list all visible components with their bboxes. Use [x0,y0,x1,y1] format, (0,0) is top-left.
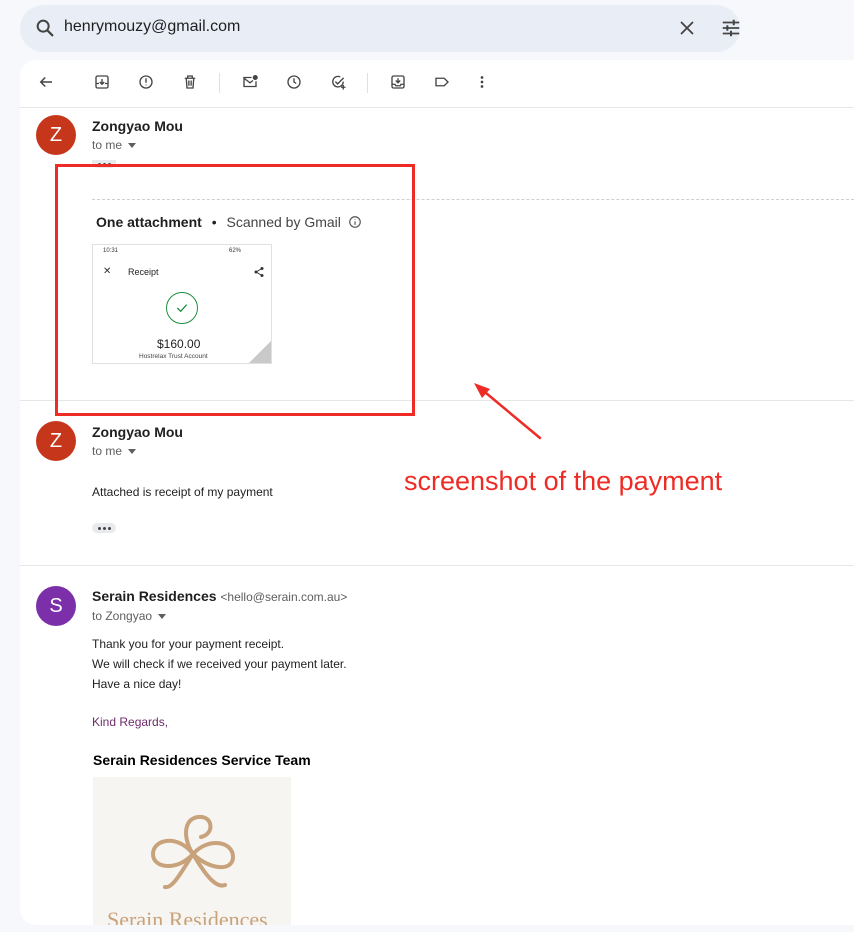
avatar[interactable]: S [36,586,76,626]
search-bar[interactable]: henrymouzy@gmail.com [20,5,740,52]
logo-wordmark: Serain Residences [107,907,268,925]
add-task-icon[interactable] [328,72,348,92]
mark-unread-icon[interactable] [240,72,260,92]
caret-down-icon [128,449,137,455]
message-item[interactable]: S Serain Residences <hello@serain.com.au… [20,565,854,925]
signature-team: Serain Residences Service Team [93,752,311,768]
move-to-icon[interactable] [388,72,408,92]
avatar[interactable]: Z [36,115,76,155]
sender-line[interactable]: Serain Residences <hello@serain.com.au> [92,588,347,604]
label-icon[interactable] [432,72,452,92]
search-options-icon[interactable] [720,17,742,44]
message-body-line: We will check if we received your paymen… [92,657,347,671]
show-trimmed-content-button[interactable] [92,523,116,533]
recipient-dropdown[interactable]: to me [92,444,137,458]
message-toolbar [20,60,854,108]
snooze-icon[interactable] [284,72,304,92]
annotation-arrow-icon [474,383,542,440]
clear-search-icon[interactable] [676,17,698,44]
sender-name[interactable]: Zongyao Mou [92,424,183,440]
sender-name[interactable]: Zongyao Mou [92,118,183,134]
sender-name[interactable]: Serain Residences [92,588,217,604]
archive-icon[interactable] [92,72,112,92]
logo-emblem-icon [150,814,236,890]
recipient-label: to Zongyao [92,609,153,623]
caret-down-icon [128,143,137,149]
message-body-line: Have a nice day! [92,677,182,691]
recipient-dropdown[interactable]: to Zongyao [92,609,167,623]
sender-email: <hello@serain.com.au> [220,590,348,604]
avatar[interactable]: Z [36,421,76,461]
search-input[interactable]: henrymouzy@gmail.com [64,18,240,36]
regards-text: Kind Regards, [92,715,169,729]
delete-icon[interactable] [180,72,200,92]
annotation-label: screenshot of the payment [404,466,723,496]
toolbar-divider [367,73,368,93]
toolbar-divider [219,73,220,93]
recipient-dropdown[interactable]: to me [92,138,137,152]
recipient-label: to me [92,138,123,152]
recipient-label: to me [92,444,123,458]
caret-down-icon [158,614,167,620]
message-body: Attached is receipt of my payment [92,485,273,499]
more-icon[interactable] [472,72,492,92]
message-body-line: Thank you for your payment receipt. [92,637,285,651]
back-icon[interactable] [36,72,56,92]
report-spam-icon[interactable] [136,72,156,92]
company-logo: Serain Residences [93,777,291,925]
search-icon[interactable] [34,17,56,44]
annotation-highlight-box [55,164,415,416]
